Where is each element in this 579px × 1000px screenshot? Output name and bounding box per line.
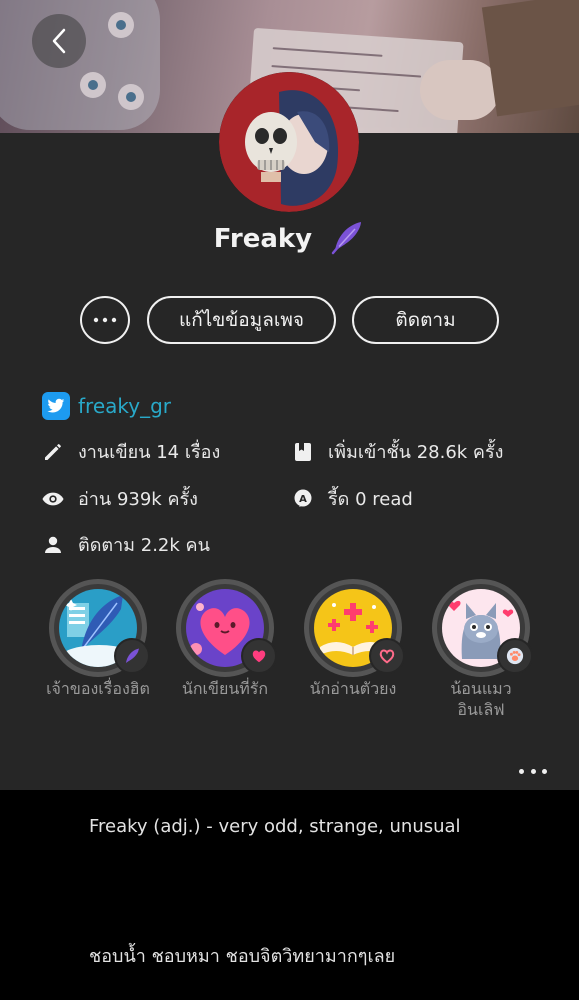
follow-button[interactable]: ติดตาม (352, 296, 499, 344)
badge-label: เจ้าของเรื่องฮิต (46, 679, 150, 698)
back-button[interactable] (32, 14, 86, 68)
stat-works: งานเขียน 14 เรื่อง (42, 437, 220, 466)
avatar[interactable] (219, 72, 359, 212)
feather-icon (114, 638, 150, 674)
badge-hit-story-owner[interactable]: เจ้าของเรื่องฮิต (43, 579, 153, 700)
person-icon (42, 534, 64, 556)
heart-badge-icon (241, 638, 277, 674)
book-icon (292, 441, 314, 463)
badge-label: น้อนแมวอินเลิฟ (450, 679, 512, 719)
more-options-button[interactable] (80, 296, 130, 344)
badge-circle (176, 579, 277, 677)
read-badge-icon: A (292, 488, 314, 510)
badge-circle (49, 579, 150, 677)
badge-beloved-writer[interactable]: นักเขียนที่รัก (170, 579, 280, 700)
more-horizontal-icon (93, 317, 117, 323)
badge-circle (432, 579, 533, 677)
more-badges-button[interactable] (519, 765, 547, 777)
chevron-left-icon (52, 28, 66, 54)
twitter-handle: freaky_gr (78, 394, 172, 418)
badge-label: นักอ่านตัวยง (309, 679, 397, 698)
bio-line: ชอบน้ำ ชอบหมา ชอบจิตวิทยามากๆเลย (89, 946, 396, 967)
stat-followers: ติดตาม 2.2k คน (42, 530, 210, 559)
profile-name: Freaky (213, 224, 313, 254)
svg-text:A: A (299, 494, 307, 505)
badge-label: นักเขียนที่รัก (181, 679, 269, 698)
paw-icon (497, 638, 533, 674)
twitter-link[interactable]: freaky_gr (42, 392, 171, 420)
pencil-icon (42, 441, 64, 463)
badge-circle (304, 579, 405, 677)
feather-icon (329, 219, 365, 259)
bio-line: Freaky (adj.) - very odd, strange, unusu… (89, 816, 461, 837)
profile-name-row: Freaky (0, 219, 579, 259)
edit-page-button[interactable]: แก้ไขข้อมูลเพจ (147, 296, 336, 344)
heart-ribbon-icon (369, 638, 405, 674)
badge-cat-in-love[interactable]: น้อนแมวอินเลิฟ (426, 579, 536, 721)
badge-avid-reader[interactable]: นักอ่านตัวยง (298, 579, 408, 700)
twitter-icon (42, 392, 70, 420)
stat-reader: A รี้ด 0 read (292, 484, 413, 513)
stat-reads: อ่าน 939k ครั้ง (42, 484, 198, 513)
eye-icon (42, 488, 64, 510)
stat-shelf-adds: เพิ่มเข้าชั้น 28.6k ครั้ง (292, 437, 503, 466)
